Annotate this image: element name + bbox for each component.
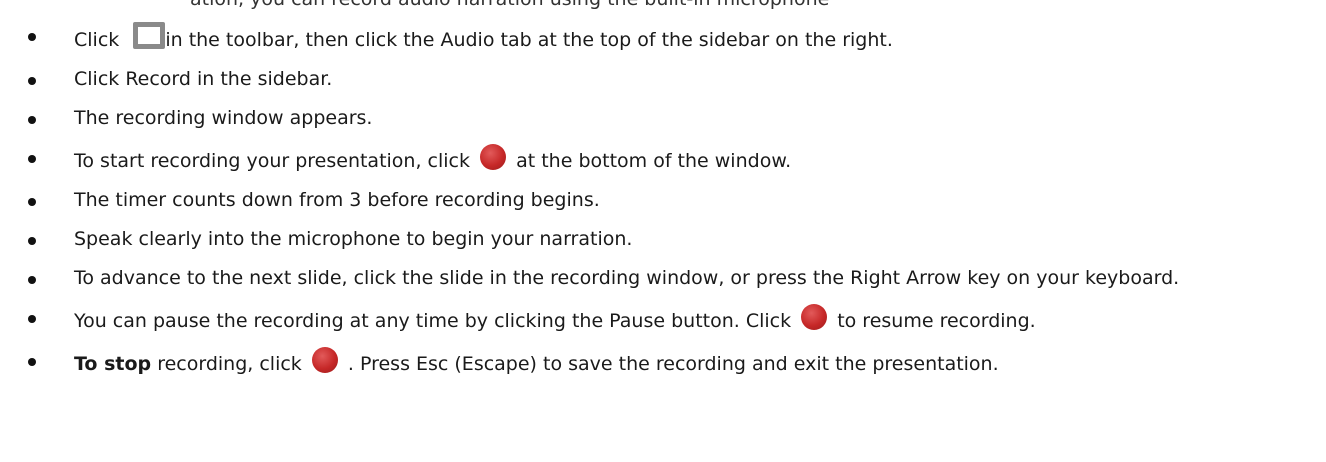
bullet-icon [28,315,36,323]
list-item-step-2: Click Record in the sidebar. [0,66,1326,93]
bullet-icon [28,116,36,124]
step-bold-text: To stop [74,353,152,375]
steps-list: Click in the toolbar, then click the Aud… [0,22,1326,390]
step-text: The recording window appears. [74,107,373,129]
record-icon [801,304,828,330]
step-text: To advance to the next slide, click the … [74,267,1180,289]
step-text: Speak clearly into the microphone to beg… [74,228,633,250]
bullet-icon [28,237,36,245]
instructions-document: ation, you can record audio narration us… [0,0,1326,462]
clipped-previous-line: ation, you can record audio narration us… [0,0,1326,14]
list-item-step-7: To advance to the next slide, click the … [0,265,1326,292]
record-icon [480,144,507,170]
list-item-step-9: To stop recording, click . Press Esc (Es… [0,347,1326,378]
step-text-post: in the toolbar, then click the Audio tab… [165,29,893,51]
bullet-icon [28,77,36,85]
step-text: Click Record in the sidebar. [74,68,333,90]
list-item-step-1: Click in the toolbar, then click the Aud… [0,22,1326,54]
step-text-post: to resume recording. [831,310,1036,332]
step-text-post: at the bottom of the window. [510,150,792,172]
list-item-step-6: Speak clearly into the microphone to beg… [0,226,1326,253]
list-item-step-4: To start recording your presentation, cl… [0,144,1326,175]
step-text: The timer counts down from 3 before reco… [74,189,600,211]
bullet-icon [28,33,36,41]
bullet-icon [28,155,36,163]
step-text-post: . Press Esc (Escape) to save the recordi… [341,353,999,375]
list-item-step-5: The timer counts down from 3 before reco… [0,187,1326,214]
list-item-step-8: You can pause the recording at any time … [0,304,1326,335]
step-text-pre: To start recording your presentation, cl… [74,150,477,172]
slide-toolbar-icon [133,22,166,49]
step-text-pre: recording, click [151,353,308,375]
bullet-icon [28,198,36,206]
record-icon [311,347,338,373]
bullet-icon [28,276,36,284]
list-item-step-3: The recording window appears. [0,105,1326,132]
bullet-icon [28,358,36,366]
step-text-pre: Click [74,29,126,51]
step-text-pre: You can pause the recording at any time … [74,310,798,332]
clipped-text: ation, you can record audio narration us… [190,0,829,10]
